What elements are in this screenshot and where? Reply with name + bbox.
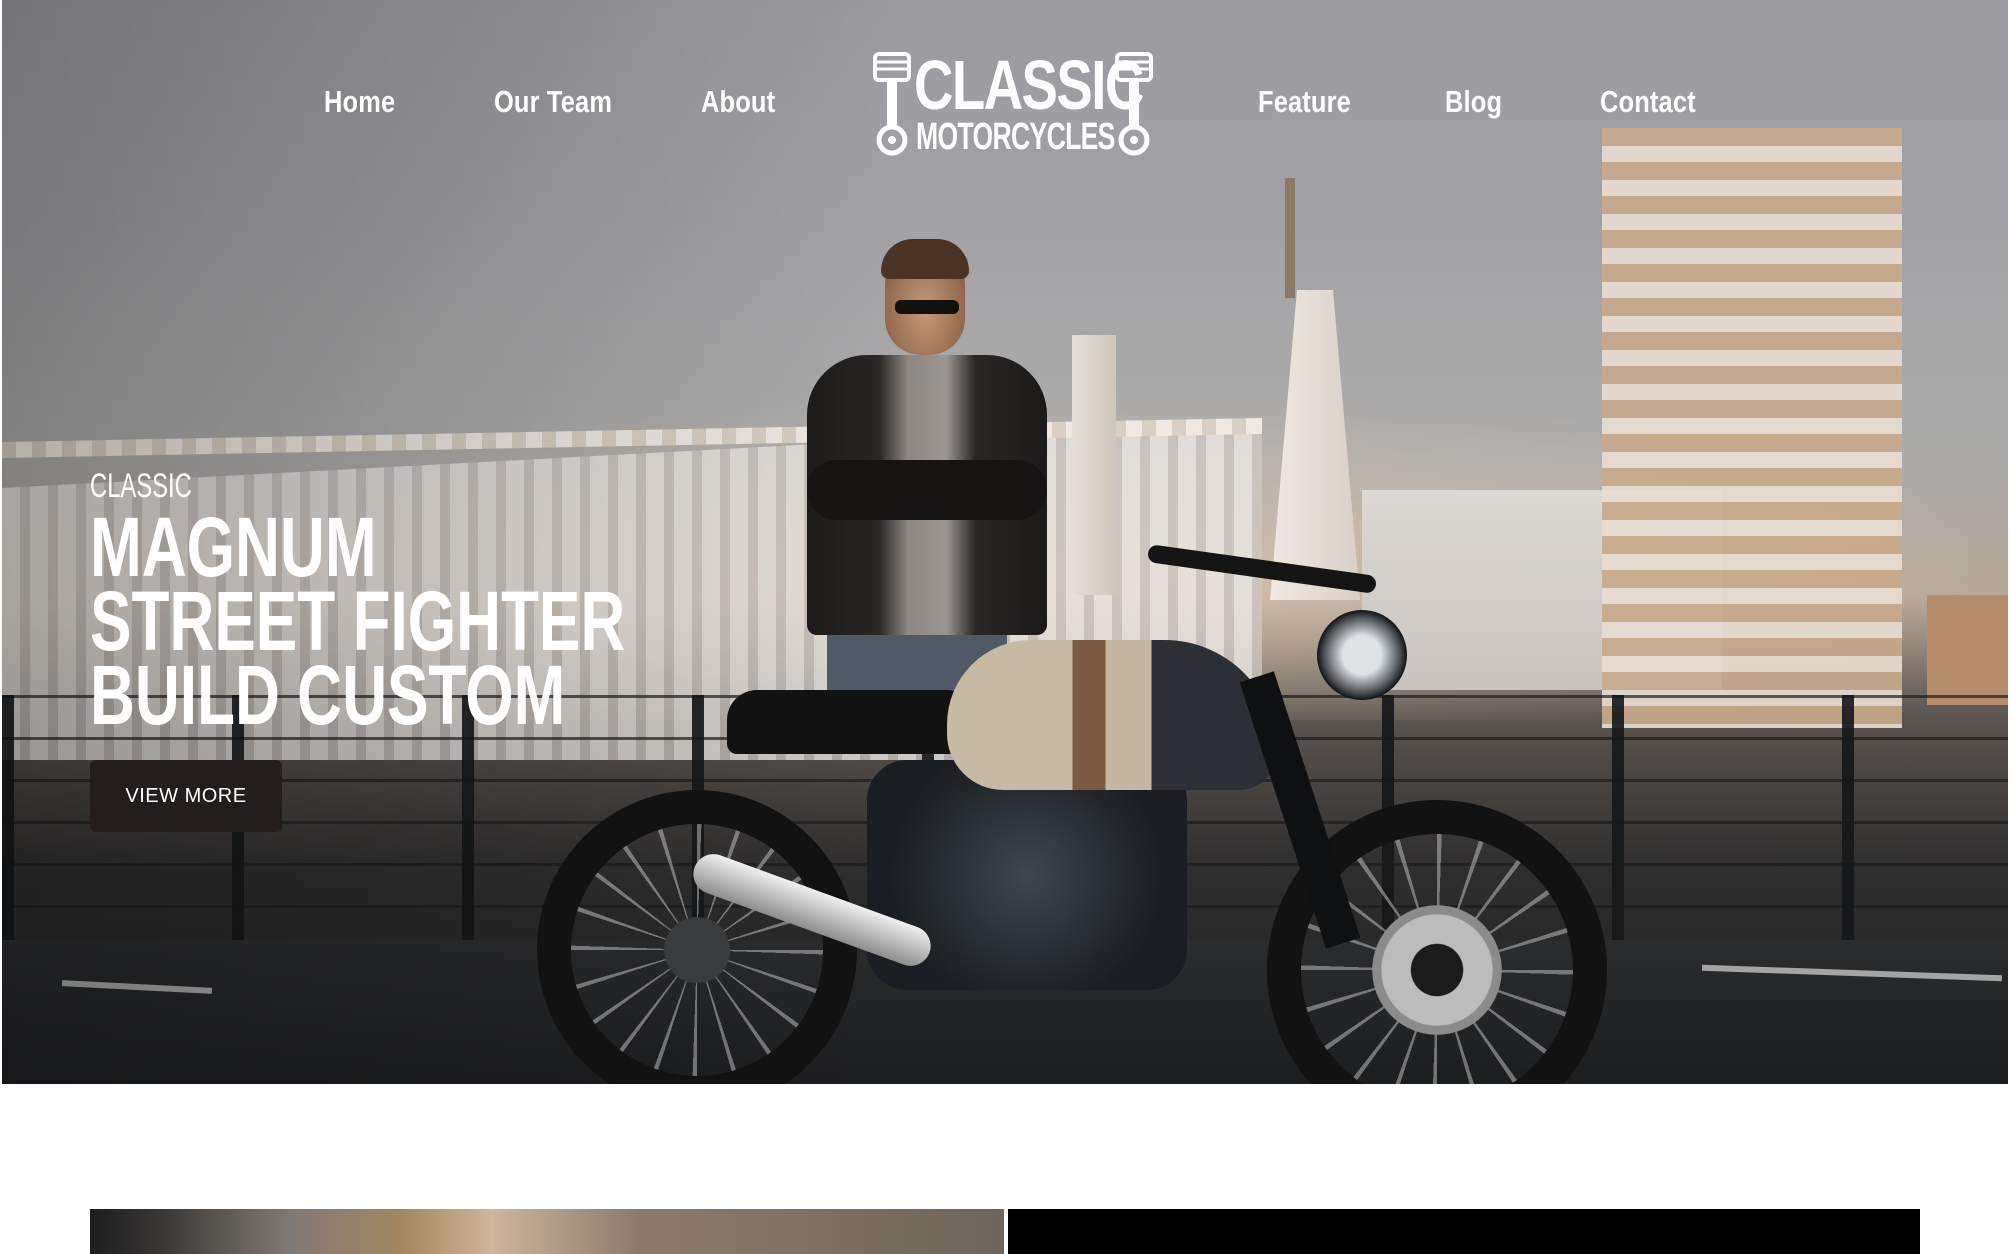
chimney-structure (1270, 290, 1360, 600)
hero-headline-line-1: MAGNUM (90, 500, 377, 594)
hero-headline-line-2: STREET FIGHTER (90, 574, 626, 668)
feature-image-card[interactable] (90, 1209, 1004, 1254)
view-more-button[interactable]: VIEW MORE (90, 760, 282, 832)
logo-word-classic: CLASSIC (914, 46, 1144, 124)
nav-link-our-team[interactable]: Our Team (494, 84, 612, 120)
nav-link-feature[interactable]: Feature (1258, 84, 1351, 120)
motorcycle-image (537, 544, 1627, 1084)
rear-wheel (537, 790, 857, 1084)
distant-building (1927, 595, 2008, 705)
site-logo[interactable]: CLASSIC MOTORCYCLES (872, 48, 1154, 160)
nav-link-contact[interactable]: Contact (1600, 84, 1696, 120)
bike-seat (727, 690, 977, 754)
hero-headline-line-3: BUILD CUSTOM (90, 648, 566, 742)
headlamp (1317, 610, 1407, 700)
page: Home Our Team About CLASSIC MOTORCYCLES (0, 0, 2010, 1254)
brake-disc (1372, 905, 1502, 1035)
main-nav: Home Our Team About CLASSIC MOTORCYCLES (0, 0, 2010, 200)
piston-icon (1115, 52, 1153, 156)
nav-link-blog[interactable]: Blog (1445, 84, 1502, 120)
hero-eyebrow: CLASSIC (90, 467, 192, 505)
feature-dark-card[interactable] (1008, 1209, 1920, 1254)
highrise-building (1602, 128, 1902, 728)
piston-icon (873, 52, 911, 156)
fuel-tank (947, 640, 1277, 790)
nav-link-home[interactable]: Home (324, 84, 395, 120)
tower-structure (1072, 335, 1116, 595)
hero-headline: MAGNUM STREET FIGHTER BUILD CUSTOM (90, 500, 626, 742)
nav-link-about[interactable]: About (701, 84, 775, 120)
logo-word-motorcycles: MOTORCYCLES (916, 116, 1115, 158)
